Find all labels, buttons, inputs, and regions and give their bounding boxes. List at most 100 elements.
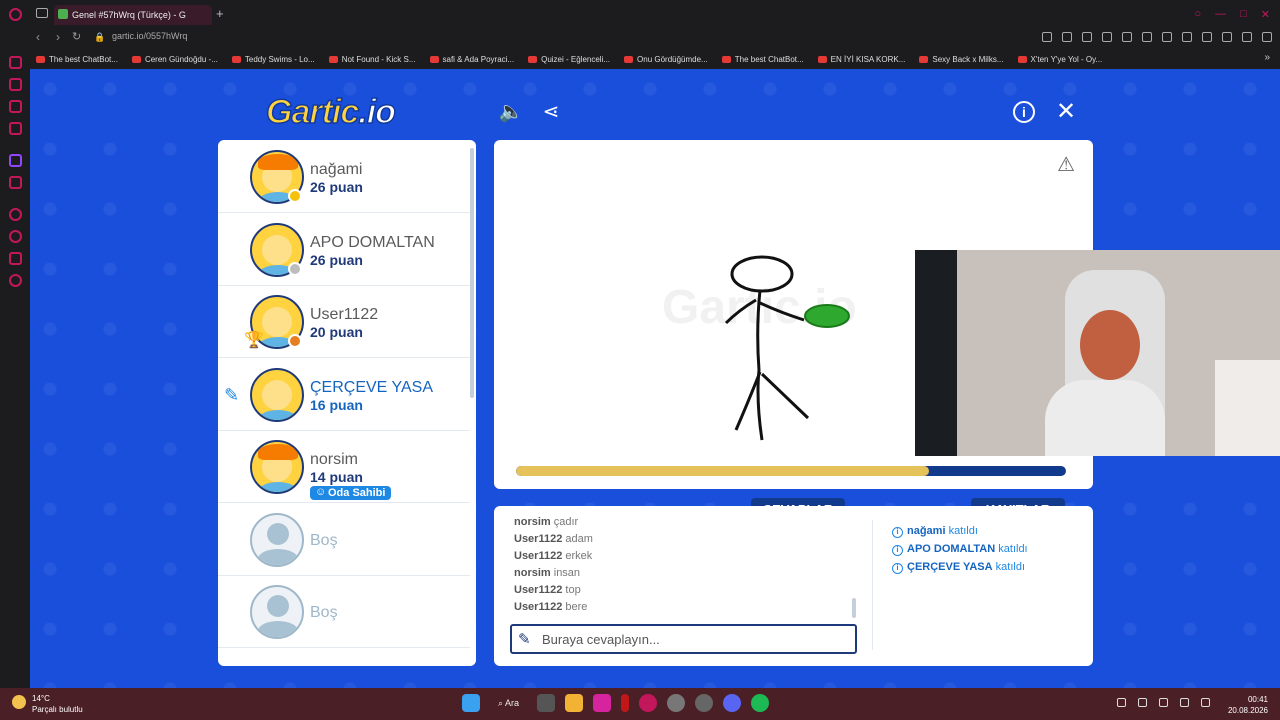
- answer-text: insan: [553, 567, 581, 579]
- player-slot-empty[interactable]: Boş: [218, 576, 470, 648]
- player-item[interactable]: nağami 26 puan: [218, 141, 470, 213]
- instagram-icon[interactable]: [593, 694, 612, 712]
- back-icon[interactable]: ‹: [36, 30, 40, 44]
- wallet-icon[interactable]: [1202, 32, 1212, 42]
- log-row: i ÇERÇEVE YASA katıldı: [892, 558, 1082, 576]
- snapshot-icon[interactable]: [1062, 32, 1072, 42]
- bookmark-item[interactable]: EN İYİ KISA KORK...: [817, 50, 905, 68]
- extensions-puzzle-icon[interactable]: [1182, 32, 1192, 42]
- player-slot-empty[interactable]: Boş: [218, 504, 470, 576]
- task-view-icon[interactable]: [537, 694, 556, 712]
- players-scrollbar[interactable]: [470, 148, 474, 398]
- taskbar-search[interactable]: ⌕ Ara: [490, 698, 527, 709]
- active-tab[interactable]: Genel #57hWrq (Türkçe) - G: [54, 5, 212, 25]
- answer-text: adam: [565, 533, 593, 545]
- extensions-icon[interactable]: [9, 252, 22, 265]
- tab-menu-icon[interactable]: [36, 8, 48, 18]
- menu-icon[interactable]: [1262, 32, 1272, 42]
- forward-icon[interactable]: ›: [56, 30, 60, 44]
- chevron-up-icon[interactable]: [1117, 698, 1126, 707]
- minimize-button[interactable]: —: [1215, 8, 1226, 21]
- file-explorer-icon[interactable]: [565, 694, 584, 712]
- bookmark-item[interactable]: X'ten Y'ye Yol - Oy...: [1017, 50, 1102, 68]
- game-icon[interactable]: [667, 694, 686, 712]
- log-action: katıldı: [995, 561, 1026, 573]
- bookmark-favicon-icon: [328, 55, 338, 63]
- weather-widget[interactable]: 14°C Parçalı bulutlu: [12, 693, 83, 715]
- volume-icon[interactable]: [1201, 698, 1210, 707]
- history-icon[interactable]: [9, 230, 22, 243]
- settings-icon[interactable]: [9, 274, 22, 287]
- answer-row: User1122 erkek: [514, 548, 854, 565]
- shield-icon[interactable]: [1082, 32, 1092, 42]
- search-tabs-icon[interactable]: ○: [1194, 8, 1201, 21]
- drawing-pencil-icon: ✎: [224, 384, 240, 405]
- sidebar-icon-3[interactable]: [9, 100, 22, 113]
- sidebar-icon-4[interactable]: [9, 122, 22, 135]
- new-tab-button[interactable]: +: [216, 6, 224, 21]
- webcam-person-body: [1045, 380, 1165, 456]
- answer-text: erkek: [565, 550, 593, 562]
- answer-input[interactable]: [542, 629, 842, 649]
- share-icon[interactable]: ⋖: [538, 99, 564, 125]
- info-icon[interactable]: i: [1013, 101, 1035, 123]
- player-points: 26 puan: [310, 179, 363, 195]
- url-field[interactable]: gartic.io/0557hWrq: [112, 31, 187, 41]
- twitch-icon[interactable]: [9, 154, 22, 167]
- pin-icon[interactable]: [1042, 32, 1052, 42]
- info-icon: i: [892, 527, 903, 538]
- clock-date: 20.08.2026: [1227, 706, 1268, 715]
- send-icon[interactable]: [1102, 32, 1112, 42]
- webcam-shelf: [1215, 360, 1280, 456]
- bookmark-item[interactable]: Quizei - Eğlenceli...: [528, 50, 610, 68]
- sound-icon[interactable]: 🔈: [498, 99, 524, 125]
- answers-scrollbar[interactable]: [852, 598, 856, 618]
- player-name: Boş: [310, 604, 338, 621]
- ai-icon[interactable]: [1242, 32, 1252, 42]
- gartic-favicon-icon: [58, 9, 68, 19]
- network-icon[interactable]: [1180, 698, 1189, 707]
- spotify-icon[interactable]: [751, 694, 770, 712]
- close-window-button[interactable]: ✕: [1261, 8, 1270, 21]
- bookmark-item[interactable]: safi & Ada Poyraci...: [429, 50, 514, 68]
- player-item[interactable]: norsim14 puanOda Sahibi: [218, 431, 470, 503]
- answer-input-box[interactable]: ✎: [510, 624, 857, 654]
- keyboard-icon[interactable]: [1159, 698, 1168, 707]
- app-icon[interactable]: [621, 694, 630, 712]
- player-item[interactable]: 🏆 User1122 20 puan: [218, 286, 470, 358]
- sidebar-icon-5[interactable]: [9, 176, 22, 189]
- player-icon[interactable]: [9, 208, 22, 221]
- log-action: katıldı: [948, 525, 978, 537]
- bookmark-item[interactable]: Ceren Gündoğdu -...: [131, 50, 218, 68]
- bookmark-item[interactable]: Teddy Swims - Lo...: [231, 50, 315, 68]
- download-icon[interactable]: [1222, 32, 1232, 42]
- reload-icon[interactable]: ↻: [72, 30, 81, 43]
- sidebar-icon-1[interactable]: [9, 56, 22, 69]
- clock[interactable]: 00:41 20.08.2026: [1228, 694, 1268, 716]
- microphone-icon[interactable]: [1138, 698, 1147, 707]
- opera-taskbar-icon[interactable]: [639, 694, 658, 712]
- browser-window: Genel #57hWrq (Türkçe) - G + ○ — □ ✕ ‹ ›…: [0, 0, 1280, 688]
- tab-bar: Genel #57hWrq (Türkçe) - G + ○ — □ ✕: [30, 0, 1280, 28]
- maximize-button[interactable]: □: [1240, 8, 1247, 21]
- player-item[interactable]: APO DOMALTAN 26 puan: [218, 214, 470, 286]
- close-icon[interactable]: ✕: [1053, 99, 1079, 125]
- player-item[interactable]: ✎ ÇERÇEVE YASA 16 puan: [218, 359, 470, 431]
- bookmark-favicon-icon: [721, 55, 731, 63]
- heart-icon[interactable]: [1122, 32, 1132, 42]
- start-icon[interactable]: [462, 694, 480, 712]
- bookmark-item[interactable]: The best ChatBot...: [721, 50, 804, 68]
- sidebar-icon-2[interactable]: [9, 78, 22, 91]
- bookmark-favicon-icon: [1017, 55, 1027, 63]
- bookmark-item[interactable]: Sexy Back x Milks...: [919, 50, 1004, 68]
- bookmark-item[interactable]: The best ChatBot...: [36, 50, 118, 68]
- bookmark-item[interactable]: Not Found - Kick S...: [328, 50, 416, 68]
- bookmark-item[interactable]: Onu Gördüğümde...: [624, 50, 708, 68]
- chrome-icon[interactable]: [695, 694, 714, 712]
- copy-icon[interactable]: [1162, 32, 1172, 42]
- bookmarks-overflow-icon[interactable]: »: [1264, 52, 1270, 63]
- opera-logo-icon[interactable]: [9, 8, 22, 21]
- camera-icon[interactable]: [1142, 32, 1152, 42]
- discord-icon[interactable]: [723, 694, 742, 712]
- log-user: nağami: [907, 525, 946, 537]
